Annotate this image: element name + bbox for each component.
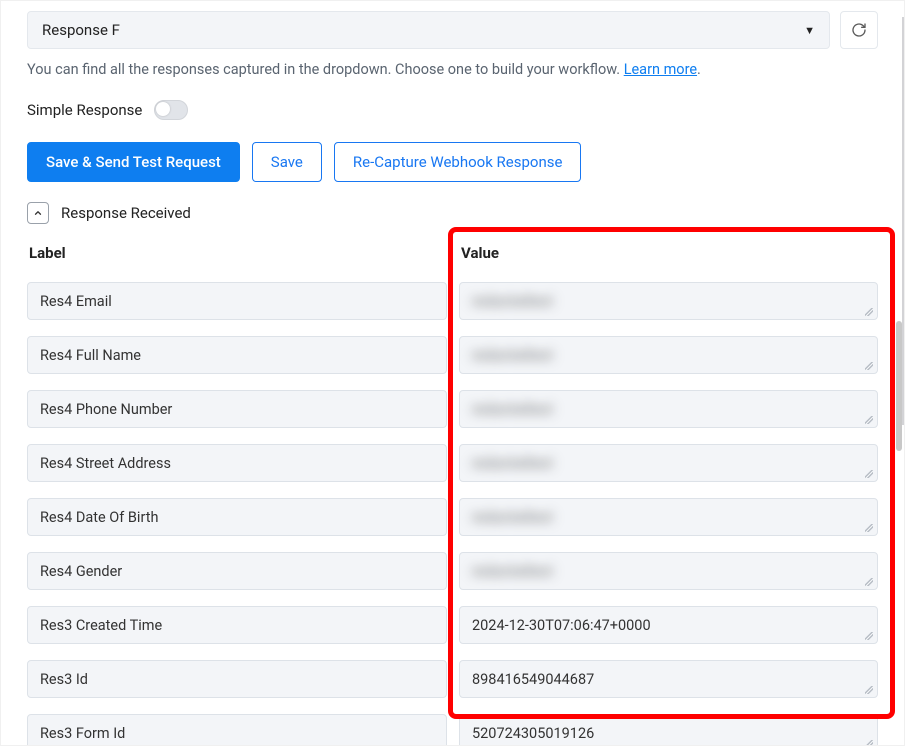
table-row: Res4 Email redactedtext [27, 282, 878, 320]
row-value[interactable]: redactedtext [459, 498, 878, 536]
row-label[interactable]: Res3 Id [27, 660, 447, 698]
helper-text: You can find all the responses captured … [27, 61, 878, 78]
table-row: Res4 Gender redactedtext [27, 552, 878, 590]
row-label[interactable]: Res4 Gender [27, 552, 447, 590]
table-row: Res3 Created Time 2024-12-30T07:06:47+000… [27, 606, 878, 644]
blurred-value: redactedtext [472, 293, 553, 310]
save-button[interactable]: Save [252, 142, 322, 182]
action-buttons-row: Save & Send Test Request Save Re-Capture… [27, 142, 878, 182]
response-table: Label Value Res4 EmailredactedtextRes4 F… [27, 238, 878, 746]
simple-response-row: Simple Response [27, 100, 878, 120]
row-label[interactable]: Res4 Full Name [27, 336, 447, 374]
response-received-row: Response Received [27, 202, 878, 224]
row-value[interactable]: 898416549044687 [459, 660, 878, 698]
row-label[interactable]: Res4 Date Of Birth [27, 498, 447, 536]
panel-right-edge [902, 17, 904, 425]
collapse-toggle[interactable] [27, 202, 49, 224]
blurred-value: redactedtext [472, 509, 553, 526]
row-value[interactable]: redactedtext [459, 444, 878, 482]
page-root: Response F ▼ You can find all the respon… [0, 0, 905, 746]
response-dropdown[interactable]: Response F ▼ [27, 11, 830, 49]
response-selector-row: Response F ▼ [27, 11, 878, 49]
row-label[interactable]: Res3 Form Id [27, 714, 447, 746]
column-header-value: Value [459, 238, 878, 272]
learn-more-link[interactable]: Learn more [624, 61, 697, 78]
chevron-up-icon [33, 208, 43, 218]
row-value[interactable]: redactedtext [459, 282, 878, 320]
row-value[interactable]: 520724305019126 [459, 714, 878, 746]
save-send-test-button[interactable]: Save & Send Test Request [27, 142, 240, 182]
column-header-label: Label [27, 238, 459, 272]
table-row: Res4 Phone Number redactedtext [27, 390, 878, 428]
table-row: Res4 Full Name redactedtext [27, 336, 878, 374]
blurred-value: redactedtext [472, 563, 553, 580]
blurred-value: redactedtext [472, 401, 553, 418]
recapture-webhook-button[interactable]: Re-Capture Webhook Response [334, 142, 582, 182]
refresh-button[interactable] [840, 11, 878, 49]
table-header: Label Value [27, 238, 878, 272]
response-dropdown-value: Response F [42, 21, 120, 39]
row-value[interactable]: redactedtext [459, 390, 878, 428]
helper-text-after: . [697, 61, 701, 78]
table-row: Res3 Id 898416549044687 [27, 660, 878, 698]
table-row: Res4 Date Of Birth redactedtext [27, 498, 878, 536]
table-body: Res4 Email redactedtext Res4 Full Name reda… [27, 282, 878, 746]
blurred-value: redactedtext [472, 347, 553, 364]
simple-response-toggle[interactable] [154, 100, 188, 120]
table-row: Res3 Form Id 520724305019126 [27, 714, 878, 746]
row-value[interactable]: redactedtext [459, 336, 878, 374]
row-label[interactable]: Res4 Phone Number [27, 390, 447, 428]
row-label[interactable]: Res3 Created Time [27, 606, 447, 644]
response-received-label: Response Received [61, 204, 191, 222]
row-label[interactable]: Res4 Street Address [27, 444, 447, 482]
blurred-value: redactedtext [472, 455, 553, 472]
row-value[interactable]: redactedtext [459, 552, 878, 590]
table-row: Res4 Street Address redactedtext [27, 444, 878, 482]
refresh-icon [851, 22, 867, 38]
row-value[interactable]: 2024-12-30T07:06:47+0000 [459, 606, 878, 644]
helper-text-before: You can find all the responses captured … [27, 61, 624, 78]
row-label[interactable]: Res4 Email [27, 282, 447, 320]
chevron-down-icon: ▼ [804, 24, 815, 37]
simple-response-label: Simple Response [27, 101, 142, 119]
